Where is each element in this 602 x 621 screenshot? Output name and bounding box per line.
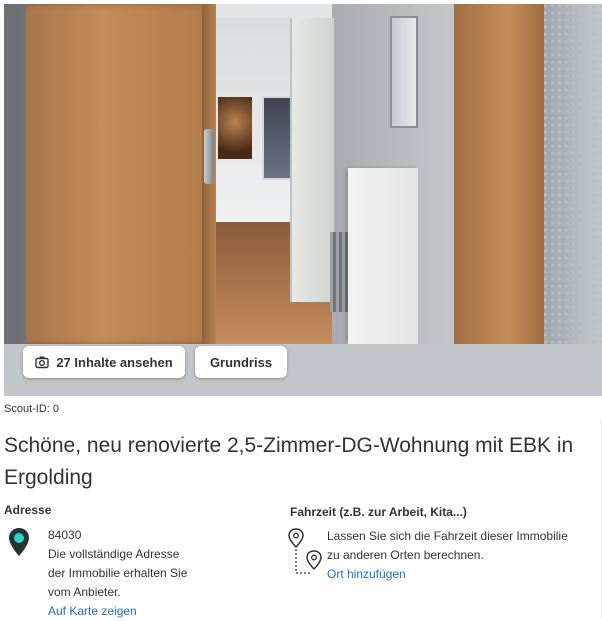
add-location-link[interactable]: Ort hinzufügen: [327, 565, 577, 584]
travel-time-block: Lassen Sie sich die Fahrzeit dieser Immo…: [327, 527, 577, 584]
address-note-line: vom Anbieter.: [48, 585, 121, 599]
floorplan-label: Grundriss: [209, 354, 273, 370]
location-pin-icon: [9, 528, 29, 556]
camera-icon: [35, 356, 50, 369]
photo-shoe-cabinet: [348, 168, 418, 344]
address-postcode: 84030: [48, 528, 82, 542]
travel-text-line: zu anderen Orten berechnen.: [327, 548, 484, 562]
photo-mirror: [390, 16, 418, 128]
photo-stone-wall: [544, 4, 602, 344]
address-heading: Adresse: [4, 503, 52, 517]
photo-door: [26, 4, 214, 344]
floorplan-button[interactable]: Grundriss: [195, 346, 287, 378]
listing-photo[interactable]: 27 Inhalte ansehen Grundriss: [4, 4, 602, 396]
route-pins-icon: [288, 528, 322, 574]
view-gallery-button[interactable]: 27 Inhalte ansehen: [23, 346, 185, 378]
address-note-line: Die vollständige Adresse: [48, 547, 180, 561]
scout-id: Scout-ID: 0: [4, 403, 60, 415]
show-on-map-link[interactable]: Auf Karte zeigen: [48, 602, 198, 621]
address-block: 84030 Die vollständige Adresse der Immob…: [48, 526, 198, 621]
travel-text-line: Lassen Sie sich die Fahrzeit dieser Immo…: [327, 529, 568, 543]
view-gallery-label: 27 Inhalte ansehen: [56, 354, 173, 370]
photo-glass-door: [290, 18, 334, 302]
photo-door-handle: [204, 129, 214, 184]
photo-wall-picture: [218, 97, 252, 159]
address-note-line: der Immobilie erhalten Sie: [48, 566, 188, 580]
travel-time-heading: Fahrzeit (z.B. zur Arbeit, Kita...): [290, 505, 467, 519]
listing-title: Schöne, neu renovierte 2,5-Zimmer-DG-Woh…: [4, 434, 574, 489]
photo-second-door: [454, 4, 546, 344]
